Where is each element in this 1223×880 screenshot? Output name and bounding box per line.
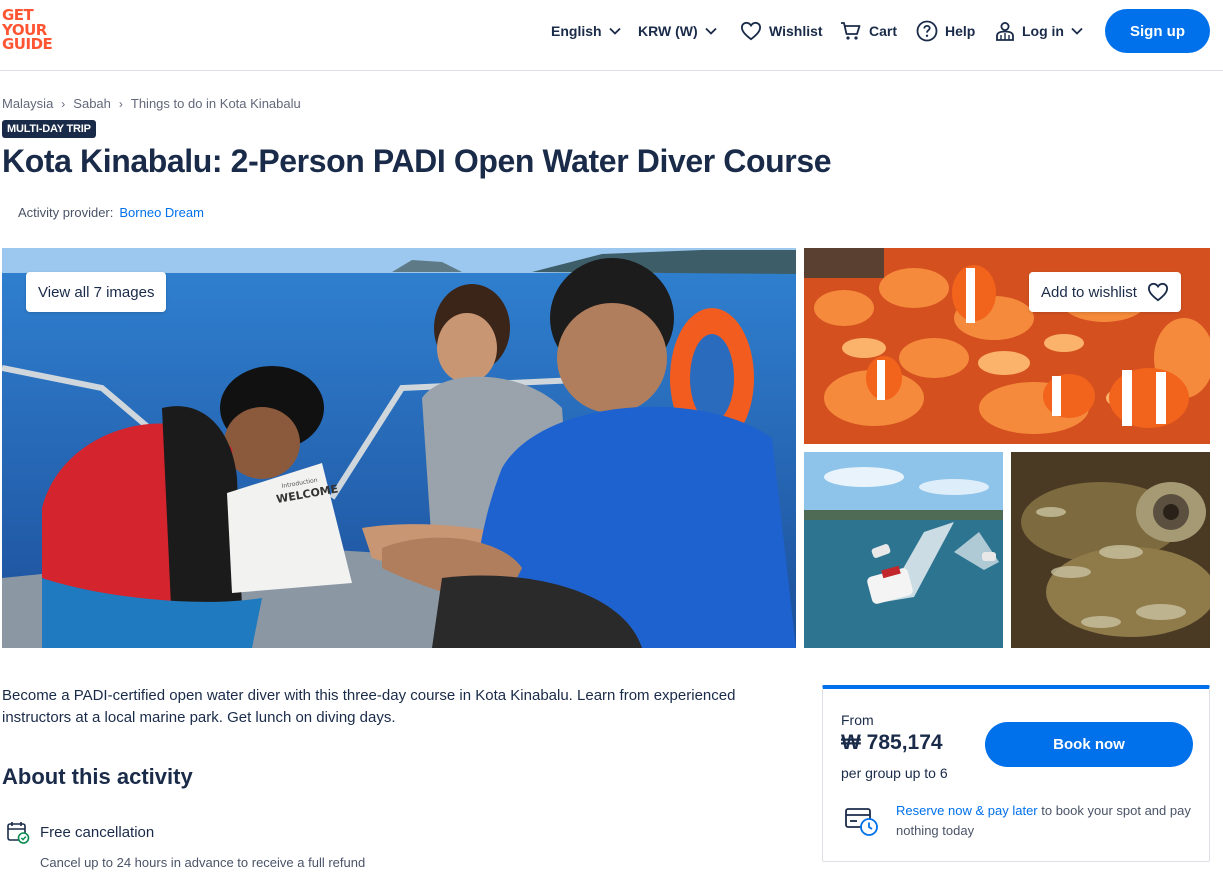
seabed-creature-image [1011,452,1210,648]
cart-icon [841,22,861,40]
cart-label: Cart [869,23,898,39]
add-to-wishlist-label: Add to wishlist [1041,283,1137,301]
chevron-down-icon [608,27,621,35]
chevron-down-icon [1071,27,1083,35]
chevron-down-icon [704,27,717,35]
breadcrumb: Malaysia › Sabah › Things to do in Kota … [2,96,301,111]
heart-icon [1147,282,1168,302]
currency-label: KRW (W) [638,23,698,39]
user-icon [996,22,1014,41]
heart-icon [740,21,762,41]
price-from-label: From [841,712,874,728]
price-unit: per group up to 6 [841,765,948,781]
free-cancellation-row: Free cancellation [6,820,154,844]
add-to-wishlist-button[interactable]: Add to wishlist [1029,272,1181,312]
currency-selector[interactable]: KRW (W) [638,16,717,46]
free-cancellation-label: Free cancellation [40,823,155,841]
reserve-now-pay-later-text: Reserve now & pay later to book your spo… [896,801,1196,841]
payment-clock-icon [845,808,878,836]
view-all-images-button[interactable]: View all 7 images [26,272,167,312]
site-header: GET YOUR GUIDE English KRW (W) Wishlist … [0,0,1223,71]
book-now-button[interactable]: Book now [985,722,1193,767]
booking-card: From ₩ 785,174 per group up to 6 Book no… [822,685,1210,862]
about-heading: About this activity [2,764,193,789]
provider-label: Activity provider: [18,205,114,220]
speedboat-photo[interactable] [804,452,1003,648]
help-label: Help [945,23,976,39]
activity-provider: Activity provider: Borneo Dream [18,205,204,220]
cart-link[interactable]: Cart [840,16,897,46]
language-label: English [551,23,602,39]
speedboat-image [804,452,1003,648]
breadcrumb-item[interactable]: Things to do in Kota Kinabalu [131,96,301,111]
trip-type-badge: MULTI-DAY TRIP [2,120,96,138]
getyourguide-logo[interactable]: GET YOUR GUIDE [2,8,62,52]
reserve-now-link[interactable]: Reserve now & pay later [896,803,1038,818]
calendar-check-icon [7,822,30,844]
language-selector[interactable]: English [551,16,621,46]
logo-line: GUIDE [2,35,53,53]
wishlist-link[interactable]: Wishlist [740,16,823,46]
breadcrumb-separator: › [118,96,123,111]
page-title: Kota Kinabalu: 2-Person PADI Open Water … [2,143,832,179]
login-menu[interactable]: Log in [995,16,1083,46]
provider-link[interactable]: Borneo Dream [119,205,204,220]
breadcrumb-item[interactable]: Sabah [73,96,111,111]
help-icon [916,20,938,42]
wishlist-label: Wishlist [769,23,823,39]
breadcrumb-separator: › [61,96,66,111]
seabed-creature-photo[interactable] [1011,452,1210,648]
free-cancellation-detail: Cancel up to 24 hours in advance to rece… [40,855,366,870]
help-link[interactable]: Help [916,16,975,46]
breadcrumb-item[interactable]: Malaysia [2,96,53,111]
sign-up-button[interactable]: Sign up [1105,9,1210,53]
activity-description: Become a PADI-certified open water diver… [2,687,736,726]
login-label: Log in [1022,23,1064,39]
price-value: ₩ 785,174 [841,731,943,754]
